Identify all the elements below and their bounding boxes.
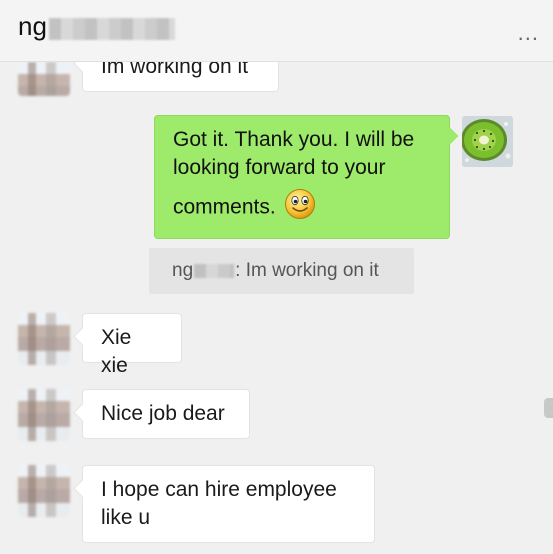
message-bubble-incoming[interactable]: I hope can hire employee like u [82,465,375,543]
scrollbar-handle[interactable] [544,398,553,418]
chat-header-overlay: ng ... [0,0,553,62]
quote-sender-redacted [194,264,235,278]
message-text-line-3: comments. [173,195,276,219]
chat-title: ng [18,11,175,42]
message-bubble-incoming[interactable]: Nice job dear [82,389,250,439]
contact-avatar[interactable] [18,465,70,517]
contact-avatar[interactable] [18,62,70,96]
contact-name-prefix: ng [18,11,47,41]
contact-name-redacted [48,17,175,40]
message-bubble-incoming[interactable]: Xie xie [82,313,182,377]
message-text-line-2: looking forward to your [173,156,386,179]
smiley-emoji-icon [284,188,316,228]
message-text: Nice job dear [101,402,225,425]
contact-avatar[interactable] [18,389,70,441]
message-bubble-outgoing[interactable]: Got it. Thank you. I will be looking for… [154,115,450,239]
message-text-line-1: Got it. Thank you. I will be [173,128,415,151]
quote-text: : Im working on it [235,260,379,281]
message-text-line-1: I hope can hire employee [101,478,337,501]
my-avatar-kiwi[interactable] [462,116,513,167]
contact-avatar[interactable] [18,313,70,365]
more-options-button[interactable]: ... [518,20,539,46]
message-text: Xie xie [101,326,132,377]
message-text-line-2: like u [101,506,151,529]
quoted-message[interactable]: ng : Im working on it [149,248,414,294]
quote-sender-prefix: ng [172,260,194,281]
